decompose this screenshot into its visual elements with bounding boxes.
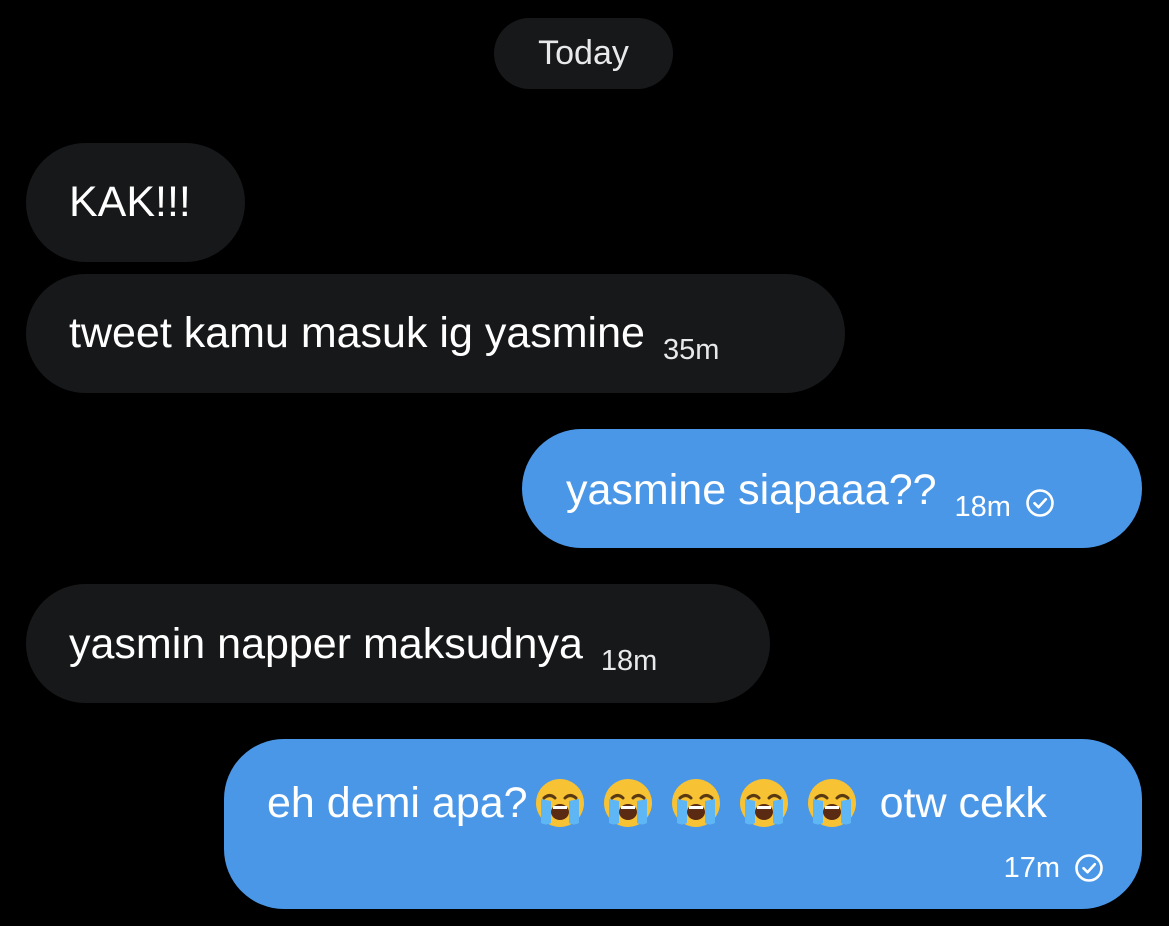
message-timestamp: 18m [600, 645, 658, 677]
message-text: eh demi apa? [267, 778, 528, 827]
loudly-crying-face-icon [535, 779, 584, 827]
message-timestamp: 18m [954, 491, 1011, 523]
read-check-icon [1075, 854, 1103, 882]
message-text: KAK!!! [69, 178, 191, 226]
message-bubble-outgoing[interactable]: yasmine siapaaa?? 18m [522, 429, 1142, 548]
message-bubble-incoming[interactable]: yasmin napper maksudnya 18m [26, 584, 770, 703]
message-timestamp: 17m [1003, 851, 1060, 884]
message-text: yasmine siapaaa?? [566, 466, 937, 514]
loudly-crying-face-icon [603, 779, 652, 827]
loudly-crying-face-icon [807, 779, 856, 827]
message-bubble-outgoing[interactable]: eh demi apa? otw cekk 17m [224, 739, 1142, 909]
message-text: tweet kamu masuk ig yasmine [69, 309, 645, 357]
emoji-row [528, 777, 874, 829]
message-bubble-incoming[interactable]: tweet kamu masuk ig yasmine 35m [26, 274, 845, 393]
read-check-icon [1026, 488, 1054, 517]
message-text-suffix: otw cekk [879, 778, 1047, 827]
loudly-crying-face-icon [739, 779, 788, 827]
message-bubble-incoming[interactable]: KAK!!! [26, 143, 245, 262]
loudly-crying-face-icon [671, 779, 720, 827]
date-separator: Today [494, 18, 673, 89]
message-text: yasmin napper maksudnya [69, 620, 583, 668]
message-timestamp: 35m [662, 334, 720, 366]
